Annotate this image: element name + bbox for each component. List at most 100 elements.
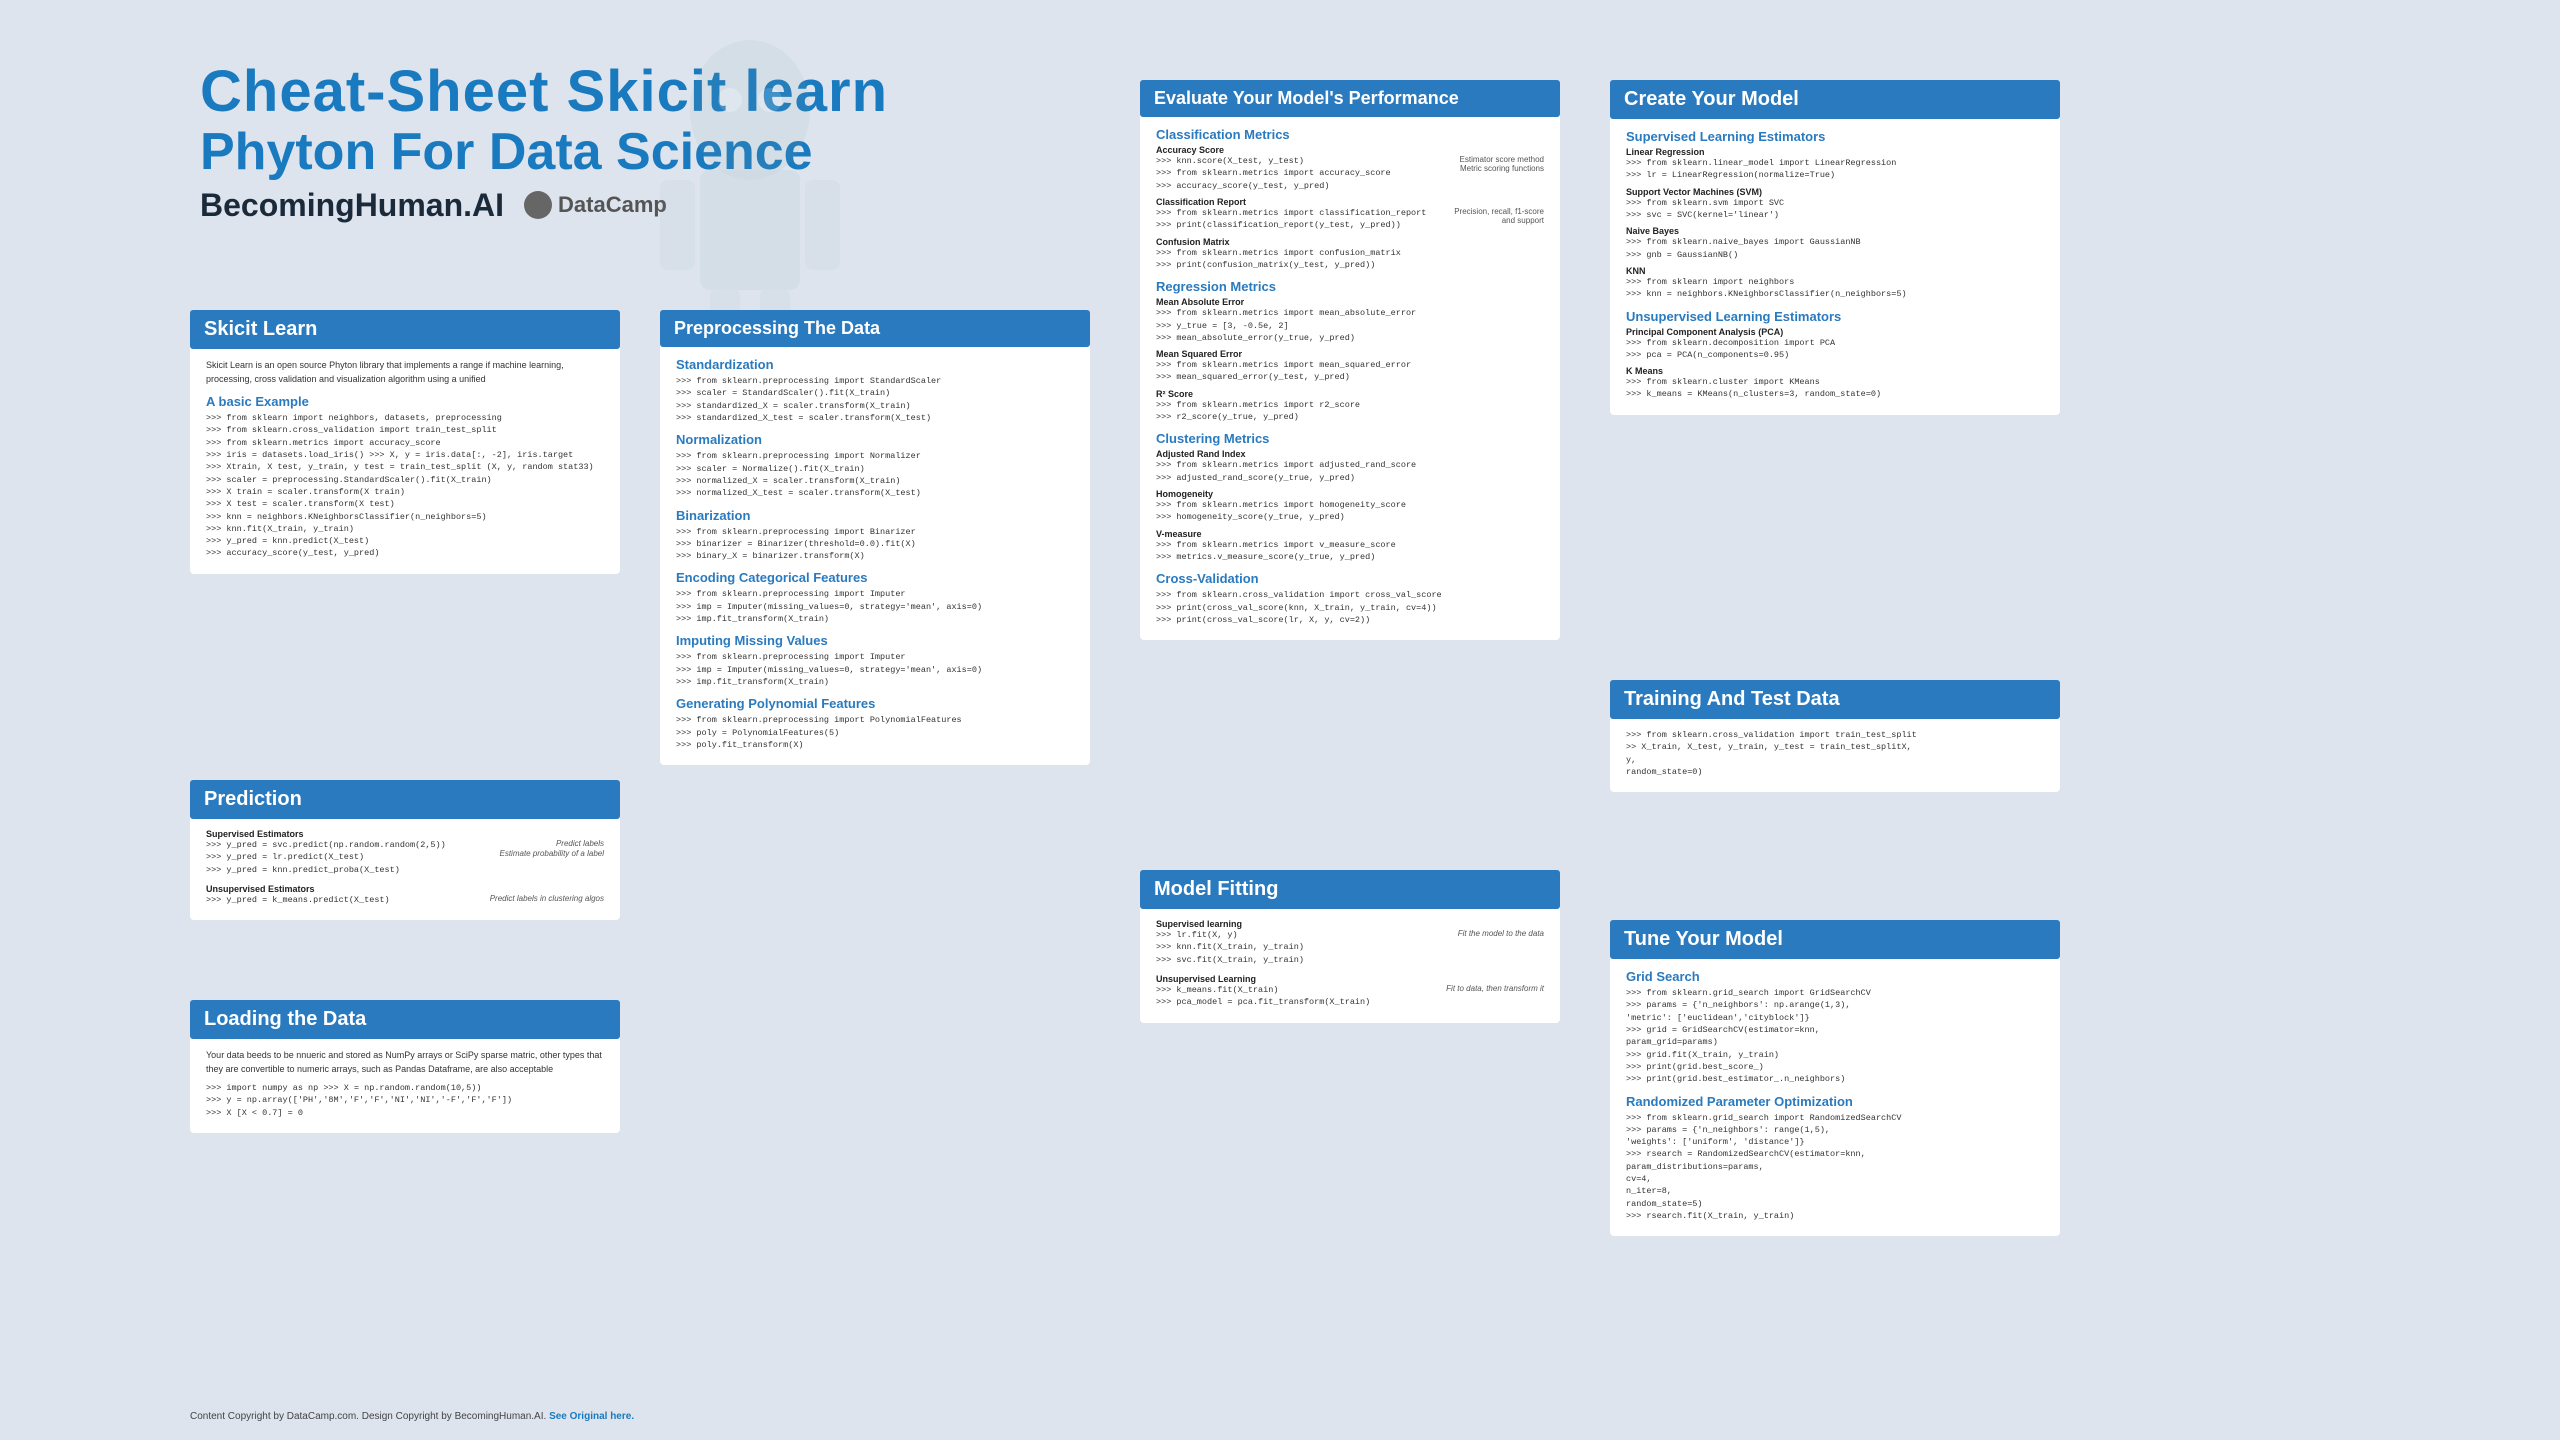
- basic-example-title: A basic Example: [206, 394, 604, 409]
- code-line: >>> y = np.array(['PH','8M','F','F','NI'…: [206, 1094, 604, 1106]
- code-line: >>> y_pred = knn.predict_proba(X_test): [206, 864, 604, 876]
- naive-title: Naive Bayes: [1626, 226, 2044, 236]
- unsupervised-learning-estimators-title: Unsupervised Learning Estimators: [1626, 309, 2044, 324]
- binarization-title: Binarization: [676, 508, 1074, 523]
- random-optimization-title: Randomized Parameter Optimization: [1626, 1094, 2044, 1109]
- code-line: >>> y_pred = knn.predict(X_test): [206, 535, 604, 547]
- code-line: >>> from sklearn.preprocessing import Im…: [676, 588, 1074, 600]
- mae-title: Mean Absolute Error: [1156, 297, 1544, 307]
- linear-title: Linear Regression: [1626, 147, 2044, 157]
- panel-loading-header: Loading the Data: [190, 1000, 620, 1039]
- panel-tune-header: Tune Your Model: [1610, 920, 2060, 959]
- r2-title: R² Score: [1156, 389, 1544, 399]
- encoding-title: Encoding Categorical Features: [676, 570, 1074, 585]
- confusion-title: Confusion Matrix: [1156, 237, 1544, 247]
- knn-title: KNN: [1626, 266, 2044, 276]
- panel-fitting-header: Model Fitting: [1140, 870, 1560, 909]
- code-line: >>> imp = Imputer(missing_values=0, stra…: [676, 601, 1074, 613]
- fitting-unsupervised-title: Unsupervised Learning: [1156, 974, 1544, 984]
- regression-metrics-title: Regression Metrics: [1156, 279, 1544, 294]
- footer-text: Content Copyright by DataCamp.com. Desig…: [190, 1411, 546, 1422]
- code-line: >>> scaler = preprocessing.StandardScale…: [206, 474, 604, 486]
- panel-skicit-header: Skicit Learn: [190, 310, 620, 349]
- code-line: >>> imp = Imputer(missing_values=0, stra…: [676, 664, 1074, 676]
- report-note: Precision, recall, f1-score and support: [1454, 207, 1544, 232]
- accuracy-title: Accuracy Score: [1156, 145, 1544, 155]
- supervised-learning-title: Supervised Learning Estimators: [1626, 129, 2044, 144]
- gridsearch-title: Grid Search: [1626, 969, 2044, 984]
- code-line: >>> binarizer = Binarizer(threshold=0.0)…: [676, 538, 1074, 550]
- vmeasure-title: V-measure: [1156, 529, 1544, 539]
- code-line: >>> from sklearn.preprocessing import St…: [676, 375, 1074, 387]
- code-line: >>> iris = datasets.load_iris() >>> X, y…: [206, 449, 604, 461]
- datacamp-icon: [524, 191, 552, 219]
- code-line: >>> poly = PolynomialFeatures(5): [676, 727, 1074, 739]
- fitting-supervised-note: Fit the model to the data: [1458, 929, 1544, 966]
- code-line: >>> X train = scaler.transform(X train): [206, 486, 604, 498]
- code-line: >>> from sklearn.preprocessing import Bi…: [676, 526, 1074, 538]
- loading-code-block: >>> import numpy as np >>> X = np.random…: [206, 1082, 604, 1119]
- accuracy-code: >>> knn.score(X_test, y_test) >>> from s…: [1156, 155, 1391, 192]
- supervised-block: Predict labels Estimate probability of a…: [206, 839, 604, 876]
- unsupervised-note: Predict labels in clustering algos: [490, 894, 604, 903]
- brand-name: BecomingHuman.AI: [200, 187, 504, 224]
- code-line: >>> from sklearn.cross_validation import…: [206, 424, 604, 436]
- panel-fitting: Model Fitting Supervised learning >>> lr…: [1140, 870, 1560, 1023]
- code-line: >>> knn = neighbors.KNeighborsClassifier…: [206, 511, 604, 523]
- panel-create-header: Create Your Model: [1610, 80, 2060, 119]
- normalization-title: Normalization: [676, 432, 1074, 447]
- footer-link[interactable]: See Original here.: [549, 1411, 634, 1422]
- code-line: >>> imp.fit_transform(X_train): [676, 676, 1074, 688]
- skicit-code-block: >>> from sklearn import neighbors, datas…: [206, 412, 604, 560]
- report-code: >>> from sklearn.metrics import classifi…: [1156, 207, 1426, 232]
- polynomial-title: Generating Polynomial Features: [676, 696, 1074, 711]
- panel-loading: Loading the Data Your data beeds to be n…: [190, 1000, 620, 1133]
- footer: Content Copyright by DataCamp.com. Desig…: [190, 1411, 634, 1422]
- code-line: >>> standardized_X_test = scaler.transfo…: [676, 412, 1074, 424]
- code-line: >>> from sklearn.metrics import accuracy…: [206, 437, 604, 449]
- panel-skicit-learn: Skicit Learn Skicit Learn is an open sou…: [190, 310, 620, 574]
- panel-preprocessing: Preprocessing The Data Standardization >…: [660, 310, 1090, 765]
- code-line: >>> accuracy_score(y_test, y_pred): [206, 547, 604, 559]
- skicit-intro: Skicit Learn is an open source Phyton li…: [206, 359, 604, 386]
- clustering-metrics-title: Clustering Metrics: [1156, 431, 1544, 446]
- code-line: >>> binary_X = binarizer.transform(X): [676, 550, 1074, 562]
- panel-training: Training And Test Data >>> from sklearn.…: [1610, 680, 2060, 792]
- mse-title: Mean Squared Error: [1156, 349, 1544, 359]
- fitting-unsupervised-block: >>> k_means.fit(X_train) >>> pca_model =…: [1156, 984, 1544, 1009]
- code-line: >>> standardized_X = scaler.transform(X_…: [676, 400, 1074, 412]
- pca-title: Principal Component Analysis (PCA): [1626, 327, 2044, 337]
- loading-intro: Your data beeds to be nnueric and stored…: [206, 1049, 604, 1076]
- standardization-title: Standardization: [676, 357, 1074, 372]
- report-title: Classification Report: [1156, 197, 1544, 207]
- accuracy-block: >>> knn.score(X_test, y_test) >>> from s…: [1156, 155, 1544, 192]
- fitting-supervised-code: >>> lr.fit(X, y) >>> knn.fit(X_train, y_…: [1156, 929, 1304, 966]
- code-line: >>> from sklearn import neighbors, datas…: [206, 412, 604, 424]
- page: Cheat-Sheet Skicit learn Phyton For Data…: [0, 0, 2560, 1440]
- homogeneity-title: Homogeneity: [1156, 489, 1544, 499]
- unsupervised-block: >>> y_pred = k_means.predict(X_test) Pre…: [206, 894, 604, 906]
- prediction-note-right: Predict labels Estimate probability of a…: [500, 839, 605, 860]
- panel-prediction: Prediction Supervised Estimators Predict…: [190, 780, 620, 920]
- fitting-supervised-title: Supervised learning: [1156, 919, 1544, 929]
- svm-title: Support Vector Machines (SVM): [1626, 187, 2044, 197]
- code-line: >>> Xtrain, X test, y_train, y test = tr…: [206, 461, 604, 473]
- panel-training-header: Training And Test Data: [1610, 680, 2060, 719]
- panel-prediction-header: Prediction: [190, 780, 620, 819]
- supervised-estimators-label: Supervised Estimators: [206, 829, 604, 839]
- classification-metrics-title: Classification Metrics: [1156, 127, 1544, 142]
- panel-create: Create Your Model Supervised Learning Es…: [1610, 80, 2060, 415]
- code-line: >>> from sklearn.preprocessing import Im…: [676, 651, 1074, 663]
- fitting-supervised-block: >>> lr.fit(X, y) >>> knn.fit(X_train, y_…: [1156, 929, 1544, 966]
- code-line: >>> X [X < 0.7] = 0: [206, 1107, 604, 1119]
- accuracy-note: Estimator score method Metric scoring fu…: [1460, 155, 1544, 192]
- report-block: >>> from sklearn.metrics import classifi…: [1156, 207, 1544, 232]
- fitting-unsupervised-code: >>> k_means.fit(X_train) >>> pca_model =…: [1156, 984, 1370, 1009]
- kmeans-title: K Means: [1626, 366, 2044, 376]
- rand-title: Adjusted Rand Index: [1156, 449, 1544, 459]
- code-line: >>> normalized_X = scaler.transform(X_tr…: [676, 475, 1074, 487]
- code-line: >>> scaler = StandardScaler().fit(X_trai…: [676, 387, 1074, 399]
- code-line: >>> from sklearn.preprocessing import Po…: [676, 714, 1074, 726]
- code-line: >>> scaler = Normalize().fit(X_train): [676, 463, 1074, 475]
- code-line: >>> import numpy as np >>> X = np.random…: [206, 1082, 604, 1094]
